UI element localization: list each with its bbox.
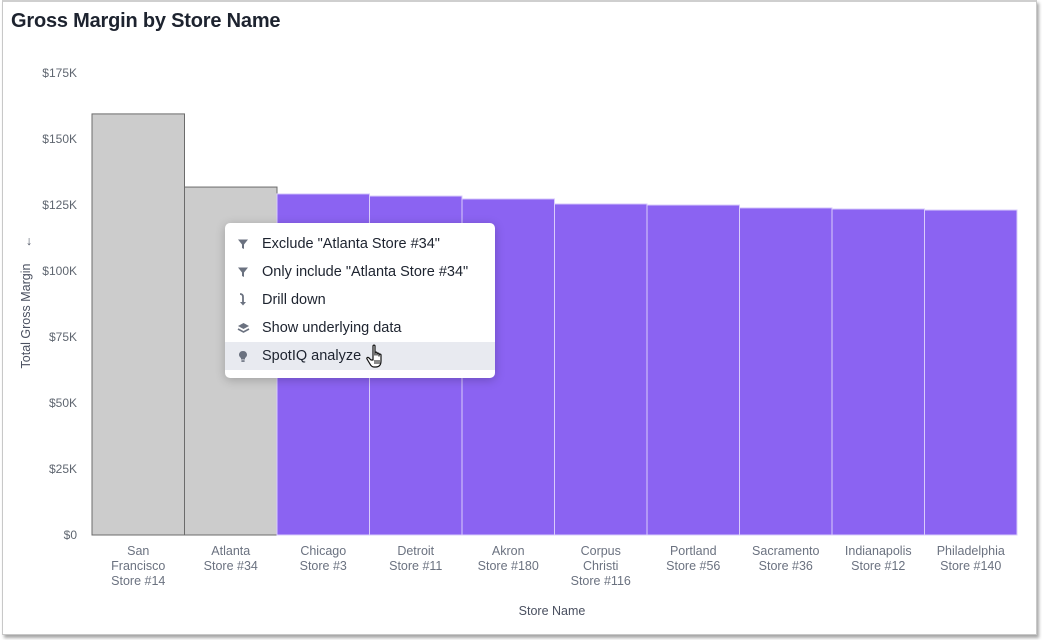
menu-item-drill-down[interactable]: Drill down xyxy=(225,286,495,314)
y-tick-label: $75K xyxy=(49,330,77,344)
y-tick-label: $25K xyxy=(49,462,77,476)
bar[interactable] xyxy=(924,209,1018,536)
x-axis-title[interactable]: Store Name xyxy=(519,604,586,618)
menu-item-show-underlying-data[interactable]: Show underlying data xyxy=(225,314,495,342)
menu-item-label: SpotIQ analyze xyxy=(262,348,362,364)
x-tick-label: Philadelphia Store #140 xyxy=(937,544,1005,573)
y-tick-label: $50K xyxy=(49,396,77,410)
menu-item-exclude-atlanta-store-34[interactable]: Exclude "Atlanta Store #34" xyxy=(225,230,495,258)
bar-chart: $0 $25K $50K $75K $100K $125K $150K $175K San Fr… xyxy=(19,66,1018,618)
lightbulb-icon xyxy=(236,349,250,363)
y-tick-label: $125K xyxy=(42,198,77,212)
y-axis-title[interactable]: Total Gross Margin xyxy=(19,264,33,369)
bar[interactable] xyxy=(739,207,833,536)
sort-descending-icon[interactable]: ↓ xyxy=(26,234,32,248)
menu-item-only-include-atlanta-store-34[interactable]: Only include "Atlanta Store #34" xyxy=(225,258,495,286)
x-tick-label: Sacramento Store #36 xyxy=(752,544,819,573)
x-tick-label: Chicago Store #3 xyxy=(300,544,347,573)
y-axis: $0 $25K $50K $75K $100K $125K $150K $175K xyxy=(42,66,77,542)
x-tick-label: Detroit Store #11 xyxy=(389,544,442,573)
bar[interactable] xyxy=(646,204,740,536)
bar[interactable] xyxy=(831,208,925,536)
bar[interactable] xyxy=(554,203,648,536)
context-menu: Exclude "Atlanta Store #34" Only include … xyxy=(225,223,495,378)
filter-icon xyxy=(236,237,250,251)
menu-item-label: Show underlying data xyxy=(262,320,402,336)
x-tick-label: Indianapolis Store #12 xyxy=(845,544,912,573)
bar[interactable] xyxy=(91,113,185,536)
x-tick-label: San Francisco Store #14 xyxy=(111,544,165,588)
y-tick-label: $100K xyxy=(42,264,77,278)
menu-item-spotiq-analyze[interactable]: SpotIQ analyze xyxy=(225,342,495,370)
x-tick-label: Corpus Christi Store #116 xyxy=(571,544,631,588)
drill-down-icon xyxy=(236,293,250,307)
layers-icon xyxy=(236,321,250,335)
menu-item-label: Exclude "Atlanta Store #34" xyxy=(262,236,440,252)
y-tick-label: $175K xyxy=(42,66,77,80)
x-tick-label: Portland Store #56 xyxy=(666,544,720,573)
menu-item-label: Drill down xyxy=(262,292,326,308)
y-tick-label: $150K xyxy=(42,132,77,146)
y-tick-label: $0 xyxy=(64,528,78,542)
x-axis: San Francisco Store #14 Atlanta Store #34 Chi… xyxy=(111,544,1005,588)
x-tick-label: Atlanta Store #34 xyxy=(204,544,258,573)
menu-item-label: Only include "Atlanta Store #34" xyxy=(262,264,469,280)
filter-icon xyxy=(236,265,250,279)
hand-pointer-cursor-icon xyxy=(366,344,382,368)
x-tick-label: Akron Store #180 xyxy=(478,544,539,573)
